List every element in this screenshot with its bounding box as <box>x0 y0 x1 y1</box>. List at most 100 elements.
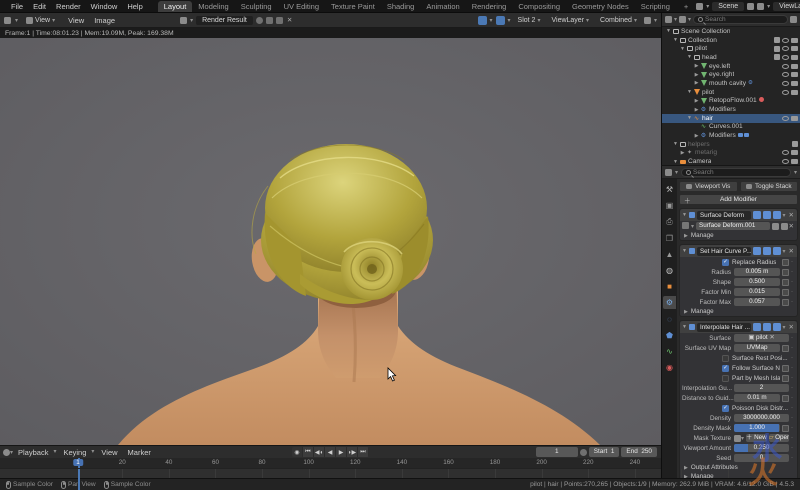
outliner-item-modifiers[interactable]: ▶⚙Modifiers <box>662 105 800 114</box>
exclude-checkbox[interactable] <box>792 141 798 147</box>
menu-help[interactable]: Help <box>122 2 147 11</box>
subpanel-manage[interactable]: ▶Manage <box>680 231 797 240</box>
animate-dot-icon[interactable]: · <box>789 395 795 401</box>
subpanel-manage[interactable]: ▶Manage <box>680 307 797 316</box>
animate-dot-icon[interactable]: · <box>789 269 795 275</box>
workspace-tab-rendering[interactable]: Rendering <box>466 1 513 12</box>
attribute-toggle-icon[interactable] <box>782 375 789 382</box>
properties-tab-modifiers[interactable]: ⚙ <box>663 296 676 309</box>
unlink-image-icon[interactable]: ✕ <box>286 16 293 24</box>
hide-eye-icon[interactable] <box>782 116 789 121</box>
attribute-toggle-icon[interactable] <box>782 259 789 266</box>
workspace-tab-uv-editing[interactable]: UV Editing <box>278 1 325 12</box>
workspace-tab-geometry-nodes[interactable]: Geometry Nodes <box>566 1 635 12</box>
render-toggle-icon[interactable] <box>773 211 781 219</box>
animate-dot-icon[interactable]: · <box>789 289 795 295</box>
attribute-toggle-icon[interactable] <box>782 279 789 286</box>
frame-end-field[interactable]: End 250 <box>621 447 657 457</box>
workspace-tab-compositing[interactable]: Compositing <box>512 1 566 12</box>
outliner-filter-obj-icon[interactable] <box>679 16 686 23</box>
properties-tab-output[interactable]: ⎙ <box>663 215 676 228</box>
outliner-item-helpers[interactable]: ▼helpers <box>662 140 800 149</box>
expand-icon[interactable]: ▼ <box>686 89 693 95</box>
edit-mode-toggle-icon[interactable] <box>753 247 761 255</box>
outliner-item-pilot[interactable]: ▼pilot <box>662 44 800 53</box>
modifier-name[interactable]: Set Hair Curve P... <box>697 247 751 256</box>
workspace-tab-sculpting[interactable]: Sculpting <box>235 1 278 12</box>
modifier-extras-icon[interactable]: ▾ <box>783 212 786 219</box>
checkbox-checked[interactable]: ✓ <box>722 259 729 266</box>
outliner-item-metarig[interactable]: ▶✦metarig <box>662 149 800 158</box>
properties-tab-scene[interactable]: ▲ <box>663 248 676 261</box>
value-field[interactable]: 2 <box>734 384 789 392</box>
properties-tab-render[interactable]: ▣ <box>663 199 676 212</box>
preview-range-clock-icon[interactable] <box>580 449 587 456</box>
hide-eye-icon[interactable] <box>782 38 789 43</box>
render-camera-icon[interactable] <box>791 116 798 121</box>
animate-dot-icon[interactable]: · <box>789 455 795 461</box>
menu-window[interactable]: Window <box>86 2 123 11</box>
properties-tab-tool[interactable]: ⚒ <box>663 183 676 196</box>
value-field[interactable]: ▣ pilot ✕ <box>734 334 789 342</box>
hide-eye-icon[interactable] <box>782 72 789 77</box>
animate-dot-icon[interactable]: · <box>789 365 795 371</box>
attribute-toggle-icon[interactable] <box>782 425 789 432</box>
scene-dropdown-icon[interactable]: ▾ <box>706 3 709 10</box>
workspace-tab-animation[interactable]: Animation <box>420 1 465 12</box>
workspace-tab-shading[interactable]: Shading <box>381 1 421 12</box>
animate-dot-icon[interactable]: · <box>789 405 795 411</box>
texture-dropdown-icon[interactable]: ▾ <box>741 435 744 442</box>
expand-icon[interactable]: ▼ <box>679 46 686 52</box>
jump-to-start-button[interactable]: ⏮ <box>303 447 314 457</box>
exclude-checkbox[interactable] <box>774 46 780 52</box>
expand-icon[interactable]: ▼ <box>682 212 687 218</box>
outliner-item-curves-001[interactable]: ∿Curves.001 <box>662 123 800 132</box>
timeline-menu-marker[interactable]: Marker <box>123 448 156 457</box>
hide-eye-icon[interactable] <box>782 46 789 51</box>
expand-icon[interactable]: ▼ <box>672 37 679 43</box>
render-camera-icon[interactable] <box>791 46 798 51</box>
render-camera-icon[interactable] <box>791 90 798 95</box>
slider-field[interactable]: 1.000 <box>734 424 780 432</box>
outliner-funnel-icon[interactable] <box>790 16 797 23</box>
attribute-toggle-icon[interactable] <box>782 395 789 402</box>
id-dropdown-icon[interactable]: ▾ <box>691 223 694 230</box>
scene-selector[interactable]: Scene <box>712 2 744 11</box>
render-pass-selector[interactable]: Combined▾ <box>596 16 641 25</box>
new-image-icon[interactable] <box>256 17 263 24</box>
attribute-toggle-icon[interactable] <box>782 299 789 306</box>
outliner-item-modifiers[interactable]: ▶⚙Modifiers <box>662 131 800 140</box>
checkbox-checked[interactable]: ✓ <box>722 405 729 412</box>
open-image-icon[interactable] <box>276 17 283 24</box>
render-camera-icon[interactable] <box>791 64 798 69</box>
attribute-toggle-icon[interactable] <box>782 289 789 296</box>
texture-browse-icon[interactable] <box>734 435 741 442</box>
new-scene-icon[interactable] <box>747 3 754 10</box>
slider-field[interactable]: 0.250 <box>734 444 789 452</box>
autokey-toggle-icon[interactable]: ◉ <box>292 447 303 457</box>
attribute-toggle-icon[interactable] <box>782 365 789 372</box>
open-texture-button[interactable]: ▱ Open <box>769 434 790 442</box>
properties-tab-physics[interactable]: ◌ <box>663 313 676 326</box>
outliner-search-input[interactable]: Search <box>693 15 788 24</box>
animate-dot-icon[interactable]: · <box>789 345 795 351</box>
frame-start-field[interactable]: Start 1 <box>589 447 620 457</box>
properties-tab-object[interactable]: ■ <box>663 280 676 293</box>
render-slot-selector[interactable]: Slot 2▾ <box>514 16 545 25</box>
image-browse-icon[interactable] <box>180 17 187 24</box>
value-field[interactable]: UVMap <box>734 344 780 352</box>
animate-dot-icon[interactable]: · <box>789 385 795 391</box>
outliner-item-retopoflow-001[interactable]: ▶RetopoFlow.001 <box>662 97 800 106</box>
value-field[interactable]: 0.01 m <box>734 394 780 402</box>
image-menu-image[interactable]: Image <box>89 16 120 25</box>
edit-mode-toggle-icon[interactable] <box>753 211 761 219</box>
image-pin-icon[interactable] <box>266 17 273 24</box>
hide-eye-icon[interactable] <box>782 159 789 164</box>
properties-tab-material[interactable]: ◉ <box>663 361 676 374</box>
overlay-toggle-icon[interactable] <box>496 16 505 25</box>
outliner-item-mouth-cavity[interactable]: ▶mouth cavity⚙ <box>662 79 800 88</box>
expand-icon[interactable]: ▼ <box>686 54 693 60</box>
image-name-field[interactable]: Render Result <box>196 16 253 25</box>
render-camera-icon[interactable] <box>791 159 798 164</box>
hide-eye-icon[interactable] <box>782 55 789 60</box>
